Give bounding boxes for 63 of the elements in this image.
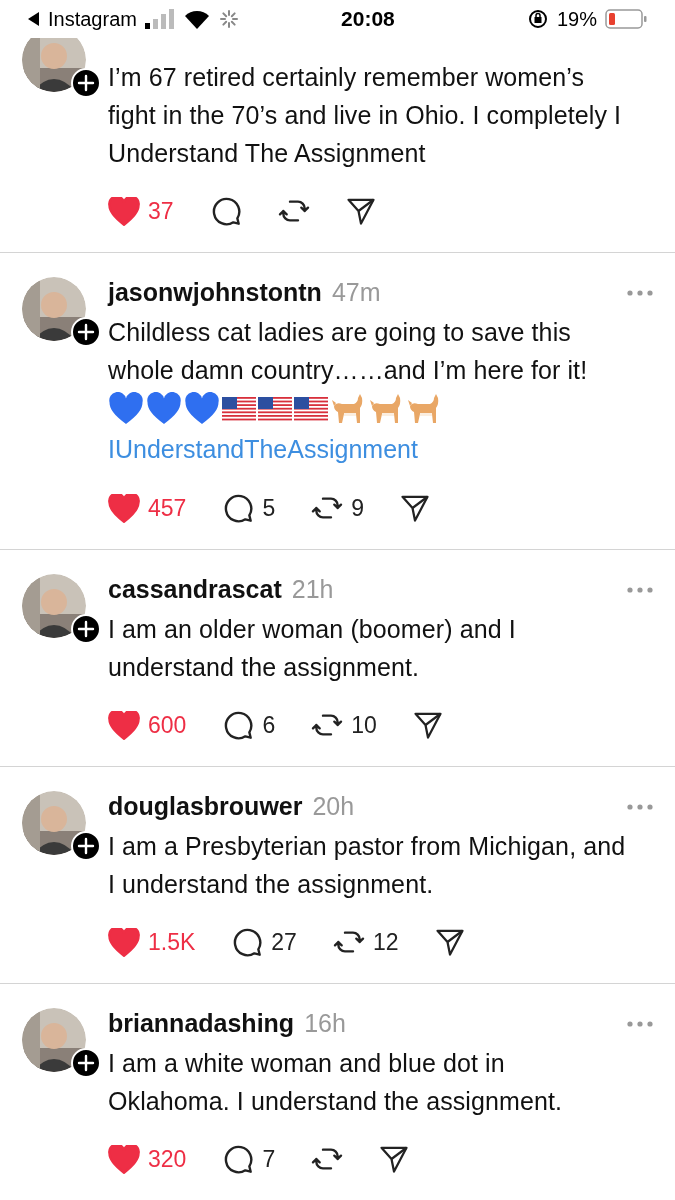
- heart-emoji-icon: [184, 392, 220, 426]
- like-count: 37: [148, 196, 174, 226]
- heart-icon[interactable]: [108, 196, 140, 226]
- comment-icon[interactable]: [222, 709, 255, 741]
- comment-count: 5: [262, 493, 276, 523]
- battery-icon: [605, 9, 647, 29]
- comment-icon[interactable]: [222, 492, 255, 524]
- back-icon[interactable]: [28, 12, 40, 26]
- loading-icon: [218, 9, 239, 29]
- flag-emoji-icon: [222, 397, 256, 421]
- plus-icon[interactable]: [71, 831, 101, 861]
- repost-count: 10: [351, 710, 377, 740]
- flag-emoji-icon: [258, 397, 292, 421]
- post-time: 21h: [291, 574, 334, 606]
- heart-emoji-icon: [146, 392, 182, 426]
- comment-count: 7: [262, 1144, 276, 1174]
- wifi-icon: [182, 8, 211, 30]
- plus-icon[interactable]: [71, 1048, 101, 1078]
- back-label[interactable]: Instagram: [48, 4, 137, 34]
- comment-count: 6: [262, 710, 276, 740]
- heart-icon[interactable]: [108, 1144, 140, 1174]
- heart-emoji-icon: [108, 392, 144, 426]
- post-text: I am a white woman and blue dot in Oklahoma. I understand the assignment.: [108, 1048, 564, 1117]
- plus-icon[interactable]: [71, 317, 101, 347]
- heart-icon[interactable]: [108, 927, 140, 957]
- more-icon[interactable]: [627, 290, 653, 296]
- like-count: 600: [148, 710, 187, 740]
- more-icon[interactable]: [627, 1021, 653, 1027]
- heart-icon[interactable]: [108, 710, 140, 740]
- like-count: 1.5K: [148, 927, 196, 957]
- signal-icon: [144, 9, 175, 29]
- comment-icon[interactable]: [231, 926, 264, 958]
- post-time: 47m: [331, 277, 381, 309]
- post-text: I’m 67 retired certainly remember women’s fight in the 70’s and live in Ohio. I completely I Understand The Assignment: [108, 62, 623, 169]
- rotation-lock-icon: [526, 8, 549, 30]
- like-count: 457: [148, 493, 187, 523]
- username[interactable]: cassandrascat: [108, 571, 282, 609]
- post-text: I am an older woman (boomer) and I understand the assignment.: [108, 614, 517, 683]
- post-time: 16h: [304, 1008, 346, 1040]
- comment-icon[interactable]: [222, 1143, 255, 1175]
- flag-emoji-icon: [294, 397, 328, 421]
- battery-percent: 19%: [556, 7, 597, 32]
- share-icon[interactable]: [434, 927, 465, 957]
- like-count: 320: [148, 1144, 187, 1174]
- username[interactable]: douglasbrouwer: [108, 788, 303, 826]
- plus-icon[interactable]: [71, 614, 101, 644]
- share-icon[interactable]: [345, 196, 376, 226]
- share-icon[interactable]: [412, 710, 443, 740]
- share-icon[interactable]: [379, 1144, 410, 1174]
- post-text: Childless cat ladies are going to save this whole damn country……and I’m here for it!: [108, 317, 589, 386]
- heart-icon[interactable]: [108, 493, 140, 523]
- post-time: 20h: [312, 791, 355, 823]
- more-icon[interactable]: [627, 804, 653, 810]
- repost-count: 9: [351, 493, 364, 523]
- repost-count: 12: [372, 927, 399, 957]
- status-time: 20:08: [341, 6, 395, 33]
- comment-count: 27: [271, 927, 297, 957]
- post-text: I am a Presbyterian pastor from Michigan, and I understand the assignment.: [108, 831, 626, 900]
- more-icon[interactable]: [627, 587, 653, 593]
- username[interactable]: jasonwjohnstontn: [108, 274, 322, 312]
- plus-icon[interactable]: [71, 68, 101, 98]
- username[interactable]: briannadashing: [108, 1005, 295, 1043]
- share-icon[interactable]: [399, 493, 430, 523]
